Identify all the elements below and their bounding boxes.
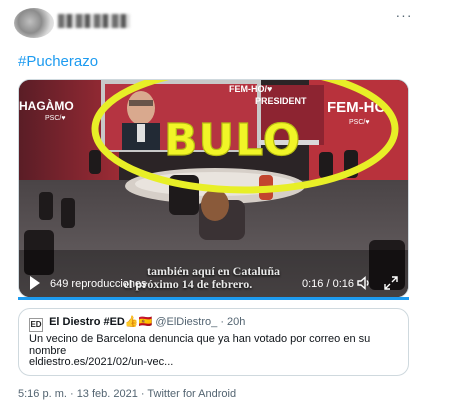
blurred-author-name[interactable] xyxy=(58,14,130,28)
quoted-tweet-age: · 20h xyxy=(220,316,246,328)
quoted-tweet[interactable]: ED El Diestro #ED👍🇪🇸 @ElDiestro_ · 20h U… xyxy=(18,308,409,376)
quoted-tweet-link[interactable]: eldiestro.es/2021/02/un-vec... xyxy=(29,356,173,368)
quoted-author-name[interactable]: El Diestro #ED👍🇪🇸 xyxy=(49,316,152,328)
video-time: 0:16 / 0:16 xyxy=(302,278,354,290)
bulo-stamp-text: BULO xyxy=(164,115,301,166)
subtitle-line-1: también aquí en Cataluña xyxy=(146,264,281,278)
play-icon[interactable] xyxy=(30,276,40,290)
quoted-author-handle[interactable]: @ElDiestro_ xyxy=(155,316,217,328)
video-progress-bar[interactable] xyxy=(18,297,409,300)
slogan-left: HAGÀMO xyxy=(19,98,74,113)
more-horizontal-icon[interactable]: ··· xyxy=(394,8,414,22)
video-screen-text: FEM-HO/♥ xyxy=(229,84,272,94)
slogan-right-top: PRESIDENT xyxy=(255,96,307,106)
tweet-header: ··· xyxy=(0,0,450,44)
view-count: 649 reproducciones xyxy=(50,278,147,290)
slogan-right-sub: PSC/♥ xyxy=(349,119,370,126)
progress-fill xyxy=(18,297,409,300)
slogan-left-sub: PSC/♥ xyxy=(45,115,66,122)
fullscreen-icon[interactable] xyxy=(383,275,399,291)
avatar[interactable] xyxy=(14,8,54,38)
quoted-tweet-header: ED El Diestro #ED👍🇪🇸 @ElDiestro_ · 20h xyxy=(29,315,245,332)
hashtag-link[interactable]: #Pucherazo xyxy=(18,53,98,70)
volume-icon[interactable] xyxy=(356,275,372,291)
quoted-author-avatar[interactable]: ED xyxy=(29,318,43,332)
tweet-timestamp[interactable]: 5:16 p. m. · 13 feb. 2021 · Twitter for … xyxy=(18,388,236,400)
quoted-tweet-text: Un vecino de Barcelona denuncia que ya h… xyxy=(29,333,371,357)
